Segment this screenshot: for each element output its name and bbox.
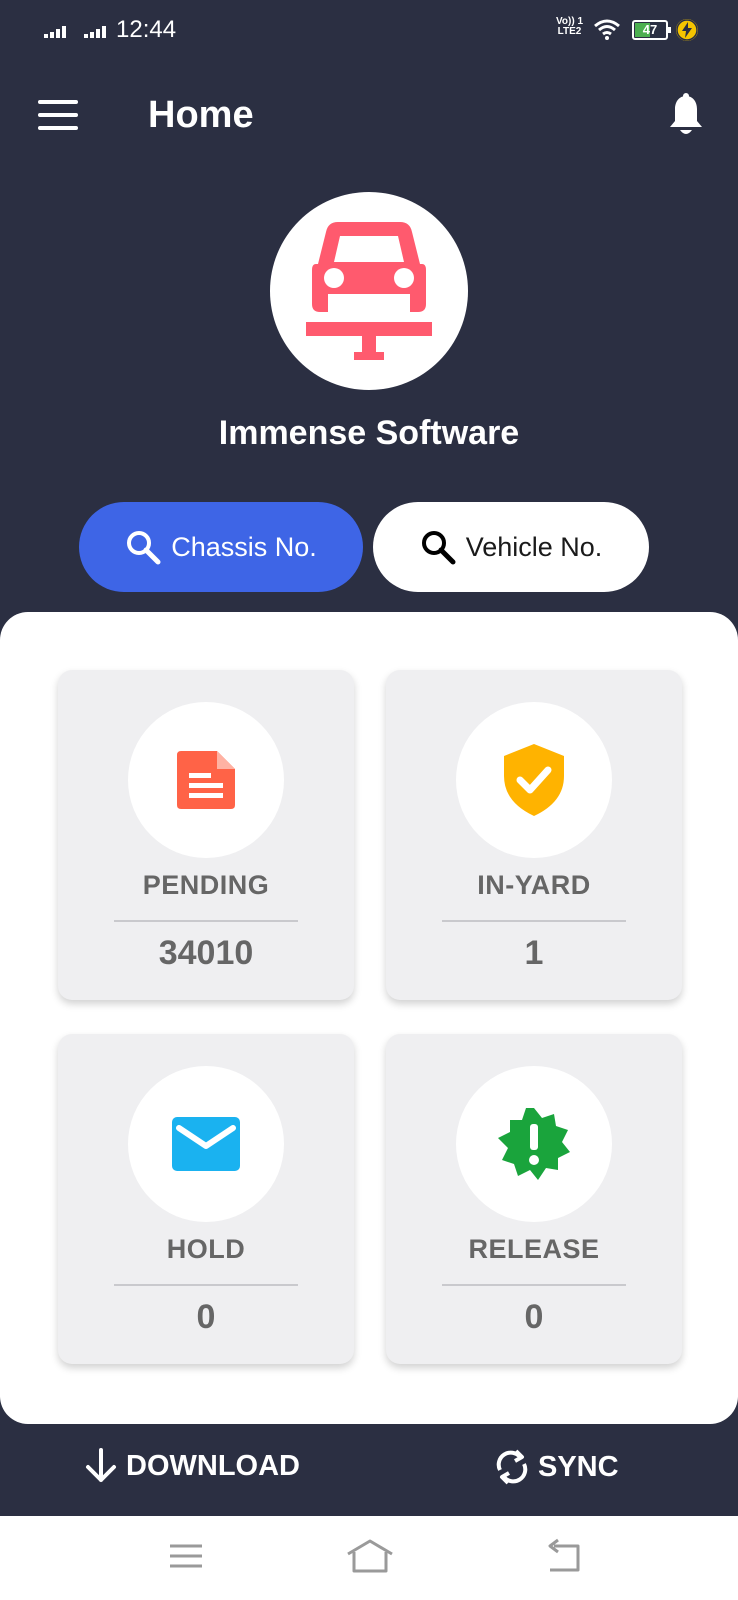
volte-indicator: Vo)) 1 LTE2	[556, 17, 583, 37]
home-icon[interactable]	[346, 1538, 394, 1574]
battery-icon: 47	[632, 20, 671, 40]
download-button[interactable]: DOWNLOAD	[84, 1448, 300, 1484]
bell-icon[interactable]	[668, 93, 704, 137]
in-yard-card[interactable]: IN-YARD 1	[386, 670, 682, 1000]
hold-label: HOLD	[166, 1234, 246, 1264]
card-divider	[114, 920, 298, 922]
vehicle-search-label: Vehicle No.	[465, 531, 603, 562]
release-card[interactable]: RELEASE 0	[386, 1034, 682, 1364]
in-yard-icon-circle	[456, 702, 612, 858]
company-name: Immense Software	[218, 414, 520, 452]
chassis-search-button[interactable]: Chassis No.	[79, 502, 363, 592]
release-icon-circle	[456, 1066, 612, 1222]
sync-icon	[496, 1449, 528, 1485]
search-icon	[127, 531, 161, 565]
status-bar: 12:44 Vo)) 1 LTE2 47	[0, 0, 738, 62]
arrow-down-icon	[86, 1448, 116, 1482]
hold-count: 0	[196, 1298, 216, 1336]
release-label: RELEASE	[468, 1234, 600, 1264]
hold-icon-circle	[128, 1066, 284, 1222]
pending-label: PENDING	[142, 870, 270, 900]
status-time: 12:44	[116, 16, 177, 43]
mail-icon	[172, 1117, 240, 1171]
hold-card[interactable]: HOLD 0	[58, 1034, 354, 1364]
page-title: Home	[148, 94, 254, 136]
download-label: DOWNLOAD	[126, 1449, 300, 1482]
document-icon	[177, 751, 235, 809]
shield-check-icon	[504, 744, 564, 816]
recent-apps-icon[interactable]	[168, 1538, 204, 1574]
pending-count: 34010	[158, 934, 254, 972]
menu-icon[interactable]	[38, 100, 78, 130]
pending-icon-circle	[128, 702, 284, 858]
card-divider	[442, 920, 626, 922]
lte-label: LTE2	[557, 26, 582, 37]
battery-level: 47	[642, 22, 658, 37]
wifi-icon	[594, 19, 620, 40]
pending-card[interactable]: PENDING 34010	[58, 670, 354, 1000]
status-panel: PENDING 34010 IN-YARD 1 HOLD 0 RELEASE 0	[0, 612, 738, 1424]
release-count: 0	[524, 1298, 544, 1336]
signal-icon	[44, 26, 66, 38]
back-icon[interactable]	[544, 1538, 582, 1574]
system-nav-bar	[0, 1516, 738, 1600]
chassis-search-label: Chassis No.	[171, 531, 317, 562]
charging-icon	[676, 19, 698, 41]
vehicle-search-button[interactable]: Vehicle No.	[373, 502, 649, 592]
card-divider	[442, 1284, 626, 1286]
search-icon	[421, 531, 456, 565]
card-divider	[114, 1284, 298, 1286]
car-lift-icon	[306, 222, 432, 360]
alert-badge-icon	[498, 1108, 570, 1180]
in-yard-count: 1	[524, 934, 544, 972]
signal-icon	[84, 26, 106, 38]
company-logo	[270, 192, 468, 390]
in-yard-label: IN-YARD	[477, 870, 591, 900]
sync-label: SYNC	[538, 1450, 619, 1483]
sync-button[interactable]: SYNC	[494, 1448, 619, 1486]
